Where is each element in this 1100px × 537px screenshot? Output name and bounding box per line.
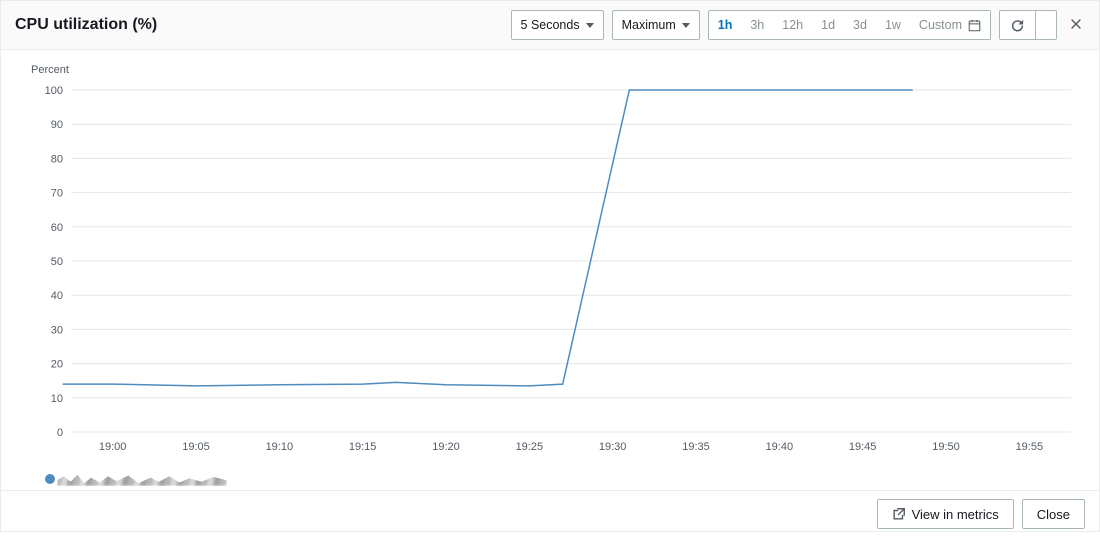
caret-down-icon: [682, 23, 690, 28]
chart-area: Percent 0 10 20 30 40 50 60 70 80 90 100 19:00 19:05…: [1, 50, 1099, 490]
range-custom-label: Custom: [919, 18, 962, 32]
svg-text:40: 40: [51, 290, 63, 302]
range-12h[interactable]: 12h: [773, 11, 812, 39]
svg-text:19:45: 19:45: [849, 441, 877, 453]
close-icon: [1069, 17, 1083, 31]
refresh-menu-button[interactable]: [1035, 11, 1056, 39]
svg-text:19:25: 19:25: [516, 441, 544, 453]
period-dropdown[interactable]: 5 Seconds: [511, 10, 604, 40]
svg-text:50: 50: [51, 256, 63, 268]
svg-text:19:55: 19:55: [1016, 441, 1044, 453]
statistic-dropdown-label: Maximum: [622, 18, 676, 32]
legend-label-redacted: [57, 472, 227, 486]
panel-header: CPU utilization (%) 5 Seconds Maximum 1h…: [1, 1, 1099, 50]
svg-text:19:40: 19:40: [766, 441, 794, 453]
refresh-button[interactable]: [1000, 11, 1035, 39]
close-button-label: Close: [1037, 507, 1070, 522]
svg-text:19:15: 19:15: [349, 441, 377, 453]
svg-text:100: 100: [45, 85, 63, 97]
range-custom[interactable]: Custom: [910, 11, 990, 39]
legend-color-swatch: [45, 474, 55, 484]
view-in-metrics-label: View in metrics: [912, 507, 999, 522]
calendar-icon: [968, 19, 981, 32]
chart-legend: [45, 472, 227, 486]
svg-text:60: 60: [51, 222, 63, 234]
svg-text:19:10: 19:10: [266, 441, 294, 453]
svg-text:0: 0: [57, 427, 63, 439]
svg-text:19:00: 19:00: [99, 441, 127, 453]
metric-panel: CPU utilization (%) 5 Seconds Maximum 1h…: [0, 0, 1100, 532]
time-range-group: 1h 3h 12h 1d 3d 1w Custom: [708, 10, 991, 40]
range-1w[interactable]: 1w: [876, 11, 910, 39]
view-in-metrics-button[interactable]: View in metrics: [877, 499, 1014, 529]
close-panel-button[interactable]: [1065, 15, 1085, 36]
svg-text:80: 80: [51, 153, 63, 165]
range-3h[interactable]: 3h: [741, 11, 773, 39]
svg-text:19:35: 19:35: [682, 441, 710, 453]
statistic-dropdown[interactable]: Maximum: [612, 10, 700, 40]
svg-text:19:05: 19:05: [182, 441, 210, 453]
svg-text:20: 20: [51, 359, 63, 371]
svg-text:70: 70: [51, 188, 63, 200]
range-1h[interactable]: 1h: [709, 11, 742, 39]
svg-text:10: 10: [51, 393, 63, 405]
chart-plot: 0 10 20 30 40 50 60 70 80 90 100 19:00 19:05 19:10 19:…: [11, 70, 1091, 490]
svg-text:30: 30: [51, 324, 63, 336]
close-button[interactable]: Close: [1022, 499, 1085, 529]
chart-y-axis-label: Percent: [31, 64, 69, 76]
svg-text:19:30: 19:30: [599, 441, 627, 453]
svg-text:19:50: 19:50: [932, 441, 960, 453]
panel-footer: View in metrics Close: [1, 490, 1099, 537]
period-dropdown-label: 5 Seconds: [521, 18, 580, 32]
svg-text:19:20: 19:20: [432, 441, 460, 453]
external-link-icon: [892, 507, 906, 521]
caret-down-icon: [586, 23, 594, 28]
range-1d[interactable]: 1d: [812, 11, 844, 39]
refresh-button-group: [999, 10, 1057, 40]
range-3d[interactable]: 3d: [844, 11, 876, 39]
svg-text:90: 90: [51, 119, 63, 131]
panel-title: CPU utilization (%): [15, 16, 503, 34]
refresh-icon: [1010, 18, 1025, 33]
